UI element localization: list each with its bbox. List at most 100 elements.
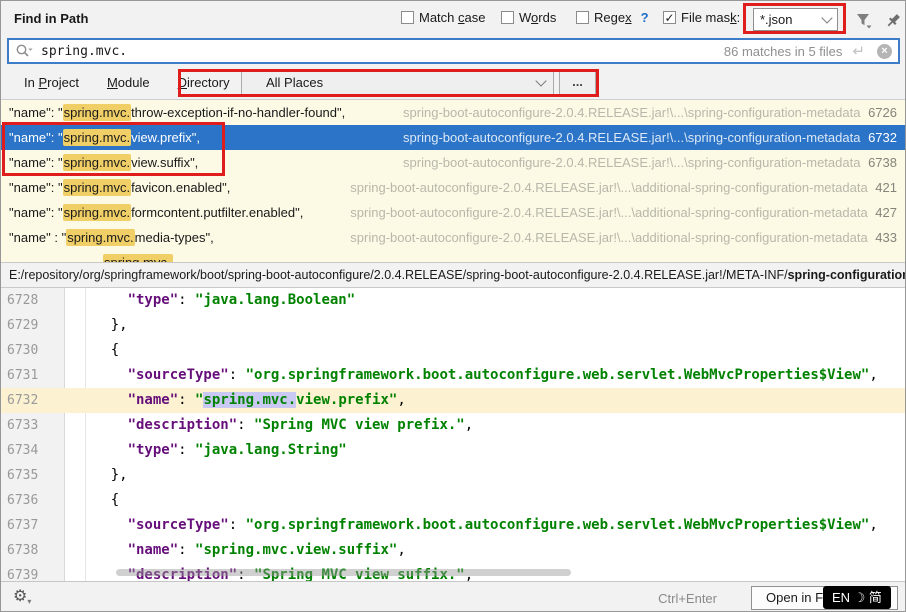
code-token: "spring.mvc.view.suffix" <box>195 542 397 558</box>
snippet-prefix: "name": " <box>9 180 63 195</box>
file-mask-combobox[interactable]: *.json <box>753 8 838 31</box>
code-text: }, <box>77 313 128 338</box>
snippet-prefix: "name": " <box>9 130 63 145</box>
file-mask-label: File mask: <box>681 10 740 25</box>
scope-tab-in-project[interactable]: In Project <box>14 70 89 95</box>
scope-tab-directory[interactable]: Directory <box>168 70 240 95</box>
match-highlight: spring.mvc. <box>103 254 173 262</box>
code-token: , <box>869 367 877 383</box>
result-row[interactable]: "name" : "spring.mvc.media-types",spring… <box>1 225 906 250</box>
result-row-partial[interactable]: spring.mvc. <box>1 250 906 262</box>
search-query-text: spring.mvc. <box>41 44 724 59</box>
code-token <box>77 517 128 533</box>
code-line-6733: 6733 "description": "Spring MVC view pre… <box>1 413 906 438</box>
match-highlight: spring.mvc. <box>63 104 131 121</box>
line-number: 6732 <box>7 388 57 413</box>
filter-button[interactable] <box>851 8 875 32</box>
match-case-checkbox[interactable] <box>401 11 414 24</box>
code-text: { <box>77 488 119 513</box>
regex-checkbox[interactable] <box>576 11 589 24</box>
line-number: 6729 <box>7 313 57 338</box>
result-file-path: spring-boot-autoconfigure-2.0.4.RELEASE.… <box>350 180 906 195</box>
file-path-name: spring-configuration-metadata <box>788 268 906 282</box>
code-token: "org.springframework.boot.autoconfigure.… <box>246 517 870 533</box>
result-row[interactable]: "name": "spring.mvc.view.prefix",spring-… <box>1 125 906 150</box>
tab-label-mnemonic: P <box>38 75 47 90</box>
snippet-prefix: "name" : " <box>9 230 66 245</box>
match-case-option[interactable]: Match case <box>401 10 485 25</box>
match-highlight: spring.mvc. <box>63 179 131 196</box>
code-token: , <box>397 542 405 558</box>
editor-lines: 6728 "type": "java.lang.Boolean" 6729 }, 6… <box>1 288 906 581</box>
dialog-header: Find in Path Match case Words Regex ? ✓ … <box>1 1 905 37</box>
result-row[interactable]: "name": "spring.mvc.throw-exception-if-n… <box>1 100 906 125</box>
regex-option[interactable]: Regex ? <box>576 10 649 25</box>
code-text: "type": "java.lang.String" <box>77 438 347 463</box>
tab-label-post: odule <box>118 75 150 90</box>
code-token: "java.lang.String" <box>195 442 347 458</box>
words-checkbox[interactable] <box>501 11 514 24</box>
pin-button[interactable] <box>881 8 905 32</box>
pin-icon <box>885 12 902 29</box>
code-token: "org.springframework.boot.autoconfigure.… <box>246 367 870 383</box>
browse-scope-button[interactable]: ... <box>559 70 596 95</box>
code-token: , <box>465 417 473 433</box>
scope-tab-module[interactable]: Module <box>97 70 160 95</box>
code-line-6732: 6732 "name": "spring.mvc.view.prefix", <box>1 388 906 413</box>
result-file-path: spring-boot-autoconfigure-2.0.4.RELEASE.… <box>403 155 906 170</box>
code-line-6734: 6734 "type": "java.lang.String" <box>1 438 906 463</box>
code-token: : <box>229 517 246 533</box>
result-row[interactable]: "name": "spring.mvc.formcontent.putfilte… <box>1 200 906 225</box>
search-input[interactable]: spring.mvc. 86 matches in 5 files ↵ × <box>7 38 900 64</box>
code-token: spring.mvc. <box>203 392 296 408</box>
code-preview-editor[interactable]: 6728 "type": "java.lang.Boolean" 6729 }, 6… <box>1 288 906 581</box>
line-number: 6735 <box>7 463 57 488</box>
line-number: 6739 <box>7 563 57 581</box>
snippet-suffix: view.suffix", <box>131 155 198 170</box>
result-row[interactable]: "name": "spring.mvc.view.suffix", spring-… <box>1 150 906 175</box>
result-snippet: "name": "spring.mvc.view.prefix", <box>1 130 200 145</box>
code-line-6737: 6737 "sourceType": "org.springframework.… <box>1 513 906 538</box>
code-text: "type": "java.lang.Boolean" <box>77 288 355 313</box>
result-snippet: "name": "spring.mvc.view.suffix", <box>1 155 198 170</box>
code-token: : <box>178 442 195 458</box>
file-mask-option[interactable]: ✓ File mask: <box>663 10 740 25</box>
code-token: "java.lang.Boolean" <box>195 292 355 308</box>
code-token: { <box>77 492 119 508</box>
match-highlight: spring.mvc. <box>63 154 131 171</box>
result-file-path: spring-boot-autoconfigure-2.0.4.RELEASE.… <box>403 105 906 120</box>
preview-file-path: E:/repository/org/springframework/boot/s… <box>1 262 906 288</box>
words-option[interactable]: Words <box>501 10 556 25</box>
snippet-suffix: view.prefix", <box>131 130 200 145</box>
regex-label: Regex <box>594 10 632 25</box>
line-number: 6734 <box>7 438 57 463</box>
result-row[interactable]: "name": "spring.mvc.favicon.enabled",spr… <box>1 175 906 200</box>
gear-icon: ⚙ <box>13 588 27 605</box>
clear-search-icon[interactable]: × <box>877 44 892 59</box>
code-token <box>77 392 128 408</box>
line-number: 6731 <box>7 363 57 388</box>
regex-help-link[interactable]: ? <box>641 10 649 25</box>
chevron-down-icon <box>821 12 832 23</box>
line-number: 6738 <box>7 538 57 563</box>
code-text: "name": "spring.mvc.view.prefix", <box>77 388 406 413</box>
line-number: 6728 <box>7 288 57 313</box>
horizontal-scrollbar[interactable] <box>116 569 571 576</box>
snippet-prefix: "name": " <box>9 155 63 170</box>
settings-gear-button[interactable]: ⚙▾ <box>13 586 31 606</box>
result-line-number: 6726 <box>864 105 897 120</box>
code-token: , <box>397 392 405 408</box>
ime-indicator: EN ☽ 简 <box>823 586 891 609</box>
file-mask-checkbox[interactable]: ✓ <box>663 11 676 24</box>
match-highlight: spring.mvc. <box>63 204 131 221</box>
newline-icon[interactable]: ↵ <box>852 42 865 60</box>
code-token: : <box>178 392 195 408</box>
scope-combobox[interactable]: All Places <box>241 70 554 95</box>
code-token: "name" <box>128 542 179 558</box>
code-token: "sourceType" <box>128 517 229 533</box>
snippet-suffix: formcontent.putfilter.enabled", <box>131 205 303 220</box>
code-token: "type" <box>128 442 179 458</box>
dialog-title: Find in Path <box>14 11 88 26</box>
result-line-number: 421 <box>872 180 897 195</box>
tab-label-mnemonic: D <box>178 75 187 90</box>
